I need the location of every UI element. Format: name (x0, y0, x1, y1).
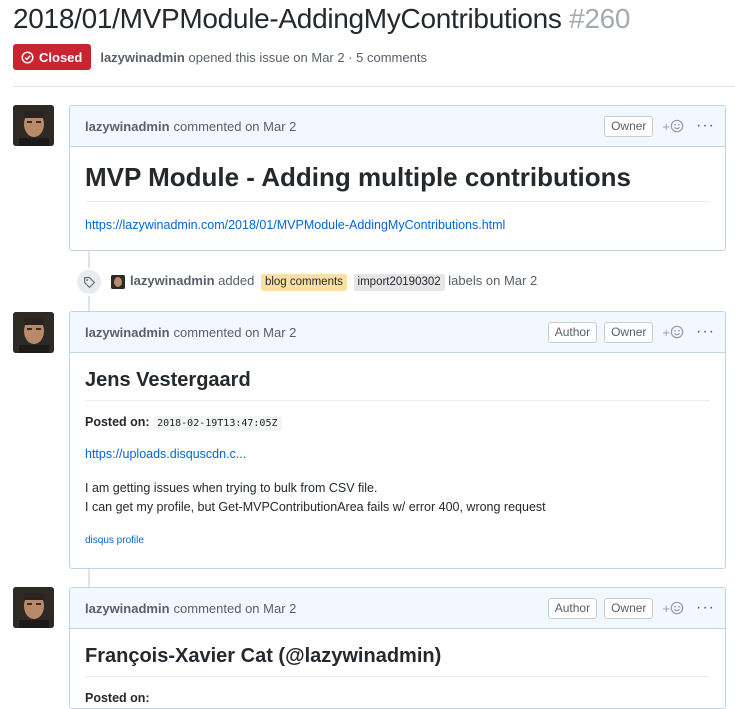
comment-card: lazywinadmin commented on Mar 2 Owner + … (69, 105, 726, 251)
comment-link-paragraph: https://lazywinadmin.com/2018/01/MVPModu… (85, 218, 710, 232)
avatar[interactable] (13, 105, 54, 146)
issue-closed-icon (21, 50, 34, 64)
comment-text: I am getting issues when trying to bulk … (85, 479, 710, 517)
label-blog-comments[interactable]: blog comments (260, 274, 347, 291)
posted-on-value: 2018-02-19T13:47:05Z (153, 416, 282, 431)
comment-body: François-Xavier Cat (@lazywinadmin) Post… (70, 645, 725, 705)
issue-title-text: 2018/01/MVPModule-AddingMyContributions (13, 3, 562, 34)
comment-body: MVP Module - Adding multiple contributio… (70, 162, 725, 232)
comment-author-link[interactable]: lazywinadmin (85, 601, 170, 616)
smiley-icon (670, 119, 684, 133)
comment-header: lazywinadmin commented on Mar 2 Author O… (70, 312, 725, 353)
upload-link-paragraph: https://uploads.disquscdn.c... (85, 447, 710, 461)
kebab-horizontal-icon[interactable]: ··· (696, 600, 715, 616)
avatar[interactable] (111, 275, 125, 289)
event-verb: added (218, 273, 255, 288)
comment-heading: François-Xavier Cat (@lazywinadmin) (85, 645, 710, 677)
add-reaction-button[interactable]: + (662, 325, 684, 340)
author-badge: Author (547, 321, 598, 343)
issue-opener-link[interactable]: lazywinadmin (100, 50, 185, 65)
add-reaction-button[interactable]: + (662, 601, 684, 616)
owner-badge: Owner (604, 597, 654, 619)
comment-timestamp[interactable]: commented on Mar 2 (174, 601, 297, 616)
comment-card: lazywinadmin commented on Mar 2 Author O… (69, 311, 726, 569)
label-event: lazywinadmin added blog comments import2… (75, 268, 537, 296)
event-actor-link[interactable]: lazywinadmin (130, 273, 215, 288)
owner-badge: Owner (604, 115, 654, 137)
add-reaction-button[interactable]: + (662, 119, 684, 134)
event-suffix: labels on Mar 2 (448, 273, 538, 288)
avatar[interactable] (13, 587, 54, 628)
smiley-icon (670, 325, 684, 339)
comment-actions: Owner + ··· (597, 106, 715, 146)
tag-badge (75, 268, 103, 296)
issue-meta: lazywinadmin opened this issue on Mar 2 … (100, 50, 427, 65)
upload-link[interactable]: https://uploads.disquscdn.c... (85, 447, 246, 461)
issue-opened-text: opened this issue on Mar 2 · 5 comments (188, 49, 427, 65)
comment-actions: Author Owner + ··· (541, 312, 715, 352)
posted-on-label: Posted on: (85, 691, 150, 705)
posted-on-paragraph: Posted on: 2018-02-19T13:47:05Z (85, 415, 710, 431)
smiley-icon (670, 601, 684, 615)
kebab-horizontal-icon[interactable]: ··· (696, 118, 715, 134)
owner-badge: Owner (604, 321, 654, 343)
tag-icon (83, 276, 95, 288)
posted-on-label: Posted on: (85, 415, 150, 429)
avatar[interactable] (13, 312, 54, 353)
kebab-horizontal-icon[interactable]: ··· (696, 324, 715, 340)
comment-header: lazywinadmin commented on Mar 2 Author O… (70, 588, 725, 629)
plus-icon: + (662, 118, 671, 134)
posted-on-paragraph: Posted on: (85, 691, 710, 705)
header-divider (13, 86, 735, 87)
post-link[interactable]: https://lazywinadmin.com/2018/01/MVPModu… (85, 218, 505, 232)
disqus-profile-link[interactable]: disqus profile (85, 535, 144, 546)
comment-timestamp[interactable]: commented on Mar 2 (174, 119, 297, 134)
comment-actions: Author Owner + ··· (541, 588, 715, 628)
issue-status-row: Closed lazywinadmin opened this issue on… (13, 44, 427, 70)
comment-heading: Jens Vestergaard (85, 369, 710, 401)
comment-header: lazywinadmin commented on Mar 2 Owner + … (70, 106, 725, 147)
comment-author-link[interactable]: lazywinadmin (85, 325, 170, 340)
profile-link-paragraph: disqus profile (85, 535, 710, 546)
comment-body: Jens Vestergaard Posted on: 2018-02-19T1… (70, 369, 725, 546)
plus-icon: + (662, 324, 671, 340)
state-label: Closed (39, 49, 83, 65)
comment-timestamp[interactable]: commented on Mar 2 (174, 325, 297, 340)
comment-heading: MVP Module - Adding multiple contributio… (85, 162, 710, 202)
comment-card: lazywinadmin commented on Mar 2 Author O… (69, 587, 726, 709)
author-badge: Author (547, 597, 598, 619)
comment-text-line-2: I can get my profile, but Get-MVPContrib… (85, 500, 546, 514)
state-badge: Closed (13, 44, 92, 70)
comment-text-line-1: I am getting issues when trying to bulk … (85, 481, 378, 495)
plus-icon: + (662, 600, 671, 616)
comment-author-link[interactable]: lazywinadmin (85, 119, 170, 134)
issue-number: #260 (569, 3, 631, 34)
issue-title: 2018/01/MVPModule-AddingMyContributions … (13, 3, 631, 35)
label-import20190302[interactable]: import20190302 (353, 274, 445, 291)
label-event-text: lazywinadmin added blog comments import2… (130, 273, 537, 291)
